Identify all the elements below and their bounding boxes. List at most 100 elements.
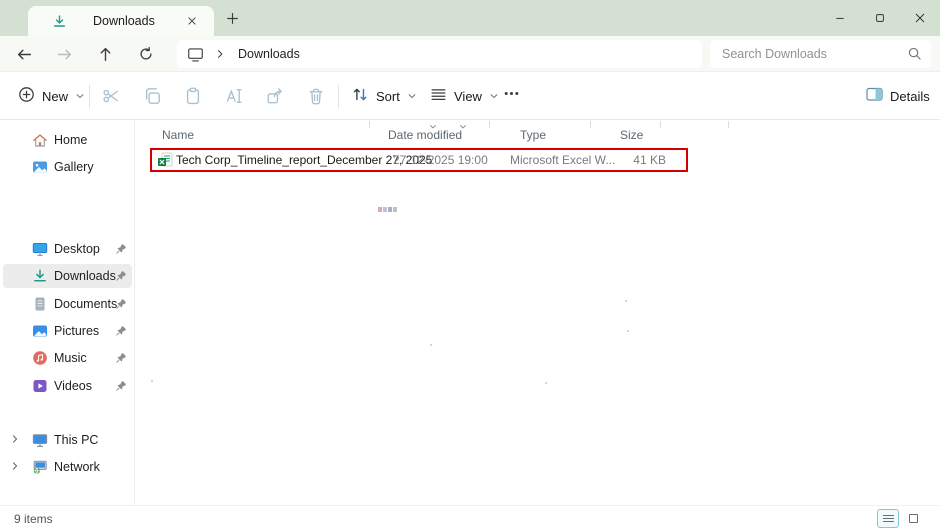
large-icons-view-toggle[interactable] xyxy=(902,509,924,528)
rename-button[interactable] xyxy=(219,81,249,111)
sidebar-item-label: Music xyxy=(54,351,87,365)
search-icon xyxy=(907,46,922,66)
breadcrumb-bar[interactable]: Downloads xyxy=(177,40,702,68)
sidebar-item-pictures[interactable]: Pictures xyxy=(3,319,132,343)
new-tab-button[interactable] xyxy=(224,10,240,26)
navigation-bar: Downloads xyxy=(0,36,940,72)
more-options-button[interactable] xyxy=(496,81,526,111)
back-button[interactable] xyxy=(10,40,38,68)
chevron-down-icon xyxy=(75,89,85,104)
expand-chevron-icon[interactable] xyxy=(10,461,20,471)
desktop-icon xyxy=(32,241,48,257)
file-row-excel-report[interactable]: Tech Corp_Timeline_report_December 27, 2… xyxy=(150,148,688,172)
large-icons-view-icon xyxy=(908,514,918,523)
details-view-toggle[interactable] xyxy=(877,509,899,528)
chevron-down-icon xyxy=(407,89,417,104)
view-toggles xyxy=(877,509,924,528)
network-icon xyxy=(32,459,48,475)
file-type: Microsoft Excel W... xyxy=(510,153,616,167)
tab-downloads[interactable]: Downloads xyxy=(28,6,214,36)
plus-circle-icon xyxy=(18,86,35,106)
music-icon xyxy=(32,350,48,366)
chevron-right-icon xyxy=(214,48,226,60)
item-count: 9 items xyxy=(14,512,53,526)
column-separator[interactable] xyxy=(590,121,591,128)
pin-icon xyxy=(115,352,127,364)
sidebar-item-network[interactable]: Network xyxy=(3,455,132,479)
sidebar-item-home[interactable]: Home xyxy=(3,128,132,152)
column-header-size[interactable]: Size xyxy=(620,128,643,142)
sidebar-item-documents[interactable]: Documents xyxy=(3,292,132,316)
render-artifact xyxy=(430,344,432,346)
status-bar: 9 items xyxy=(0,505,940,530)
paste-button[interactable] xyxy=(178,81,208,111)
copy-button[interactable] xyxy=(137,81,167,111)
toolbar-divider xyxy=(338,85,339,108)
maximize-button[interactable] xyxy=(860,0,900,36)
pin-icon xyxy=(115,270,127,282)
toolbar-divider xyxy=(89,85,90,108)
pin-icon xyxy=(115,298,127,310)
forward-button[interactable] xyxy=(50,40,78,68)
sidebar-item-gallery[interactable]: Gallery xyxy=(3,155,132,179)
share-button[interactable] xyxy=(260,81,290,111)
search-input[interactable] xyxy=(722,40,902,68)
sidebar-item-label: This PC xyxy=(54,433,99,447)
column-header-date-modified[interactable]: Date modified xyxy=(388,128,462,142)
this-pc-icon xyxy=(187,47,204,62)
this-pc-icon xyxy=(32,432,48,448)
tab-close-button[interactable] xyxy=(184,13,200,29)
sidebar-item-this-pc[interactable]: This PC xyxy=(3,428,132,452)
new-button[interactable]: New xyxy=(12,73,91,119)
close-window-button[interactable] xyxy=(900,0,940,36)
view-icon xyxy=(430,86,447,106)
download-icon xyxy=(52,14,67,29)
navigation-pane: Home Gallery Desktop Downloads Documents… xyxy=(0,121,135,505)
delete-button[interactable] xyxy=(301,81,331,111)
column-separator[interactable] xyxy=(369,121,370,128)
sidebar-item-music[interactable]: Music xyxy=(3,346,132,370)
column-separator[interactable] xyxy=(728,121,729,128)
sidebar-item-desktop[interactable]: Desktop xyxy=(3,237,132,261)
sidebar-item-label: Home xyxy=(54,133,88,147)
column-header-name[interactable]: Name xyxy=(162,128,194,142)
sidebar-item-videos[interactable]: Videos xyxy=(3,374,132,398)
sidebar-item-label: Pictures xyxy=(54,324,100,338)
sidebar-item-label: Documents xyxy=(54,297,118,311)
cut-button[interactable] xyxy=(96,81,126,111)
downloads-icon xyxy=(32,268,48,284)
sidebar-item-label: Network xyxy=(54,460,100,474)
view-button[interactable]: View xyxy=(424,73,505,119)
details-button[interactable]: Details xyxy=(860,73,936,119)
pin-icon xyxy=(115,380,127,392)
column-separator[interactable] xyxy=(660,121,661,128)
up-button[interactable] xyxy=(91,40,119,68)
minimize-button[interactable] xyxy=(820,0,860,36)
file-list-pane: Name Date modified Type Size Tech Corp_T… xyxy=(136,121,940,505)
sort-button[interactable]: Sort xyxy=(346,73,423,119)
excel-file-icon xyxy=(157,152,173,173)
sidebar-item-label: Videos xyxy=(54,379,92,393)
breadcrumb-item-downloads[interactable]: Downloads xyxy=(238,47,300,61)
details-pane-icon xyxy=(866,87,883,105)
pin-icon xyxy=(115,243,127,255)
render-artifact xyxy=(627,330,629,332)
sidebar-item-label: Downloads xyxy=(54,269,116,283)
ellipsis-icon xyxy=(503,85,520,107)
pin-icon xyxy=(115,325,127,337)
details-button-label: Details xyxy=(890,88,930,104)
refresh-button[interactable] xyxy=(132,40,160,68)
sort-icon xyxy=(352,86,369,106)
file-size: 41 KB xyxy=(633,153,666,167)
sidebar-item-label: Gallery xyxy=(54,160,94,174)
file-date-modified: 27-12-2025 19:00 xyxy=(393,153,488,167)
documents-icon xyxy=(32,296,48,312)
expand-chevron-icon[interactable] xyxy=(10,434,20,444)
sidebar-item-downloads[interactable]: Downloads xyxy=(3,264,132,288)
column-header-type[interactable]: Type xyxy=(520,128,546,142)
view-button-label: View xyxy=(454,88,482,104)
column-separator[interactable] xyxy=(489,121,490,128)
search-box xyxy=(710,40,931,68)
tab-label: Downloads xyxy=(93,14,155,28)
file-explorer-window: Downloads Downloads Search Downloads New… xyxy=(0,0,940,530)
